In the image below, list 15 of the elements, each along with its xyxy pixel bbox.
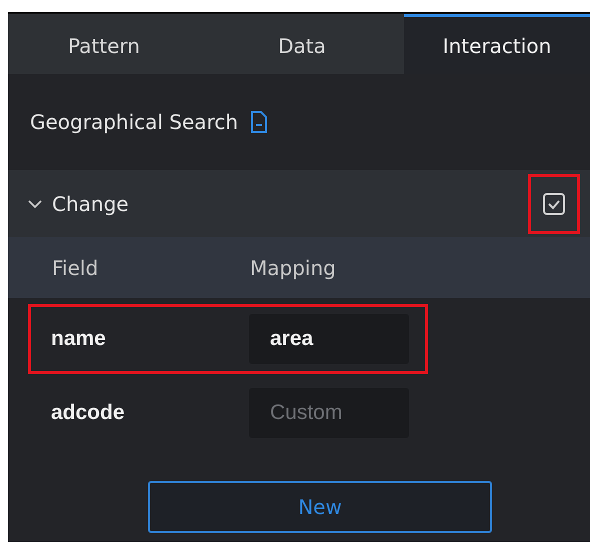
field-name: name: [50, 327, 107, 351]
section-title: Geographical Search: [30, 110, 238, 134]
tab[interactable]: Pattern: [8, 14, 200, 74]
section-label: Change: [52, 192, 130, 216]
tab[interactable]: Data: [200, 14, 404, 74]
column-header: Mapping: [250, 256, 337, 280]
field-name: adcode: [50, 401, 126, 425]
document-icon[interactable]: [250, 111, 268, 133]
collapse-header[interactable]: Change: [8, 170, 590, 237]
checkbox[interactable]: [542, 192, 566, 216]
column-header: Field: [51, 256, 100, 280]
chevron-icon: [28, 198, 42, 208]
mapping-input[interactable]: area: [249, 314, 409, 364]
mapping-input[interactable]: Custom: [249, 388, 409, 438]
new-button[interactable]: New: [148, 481, 492, 533]
